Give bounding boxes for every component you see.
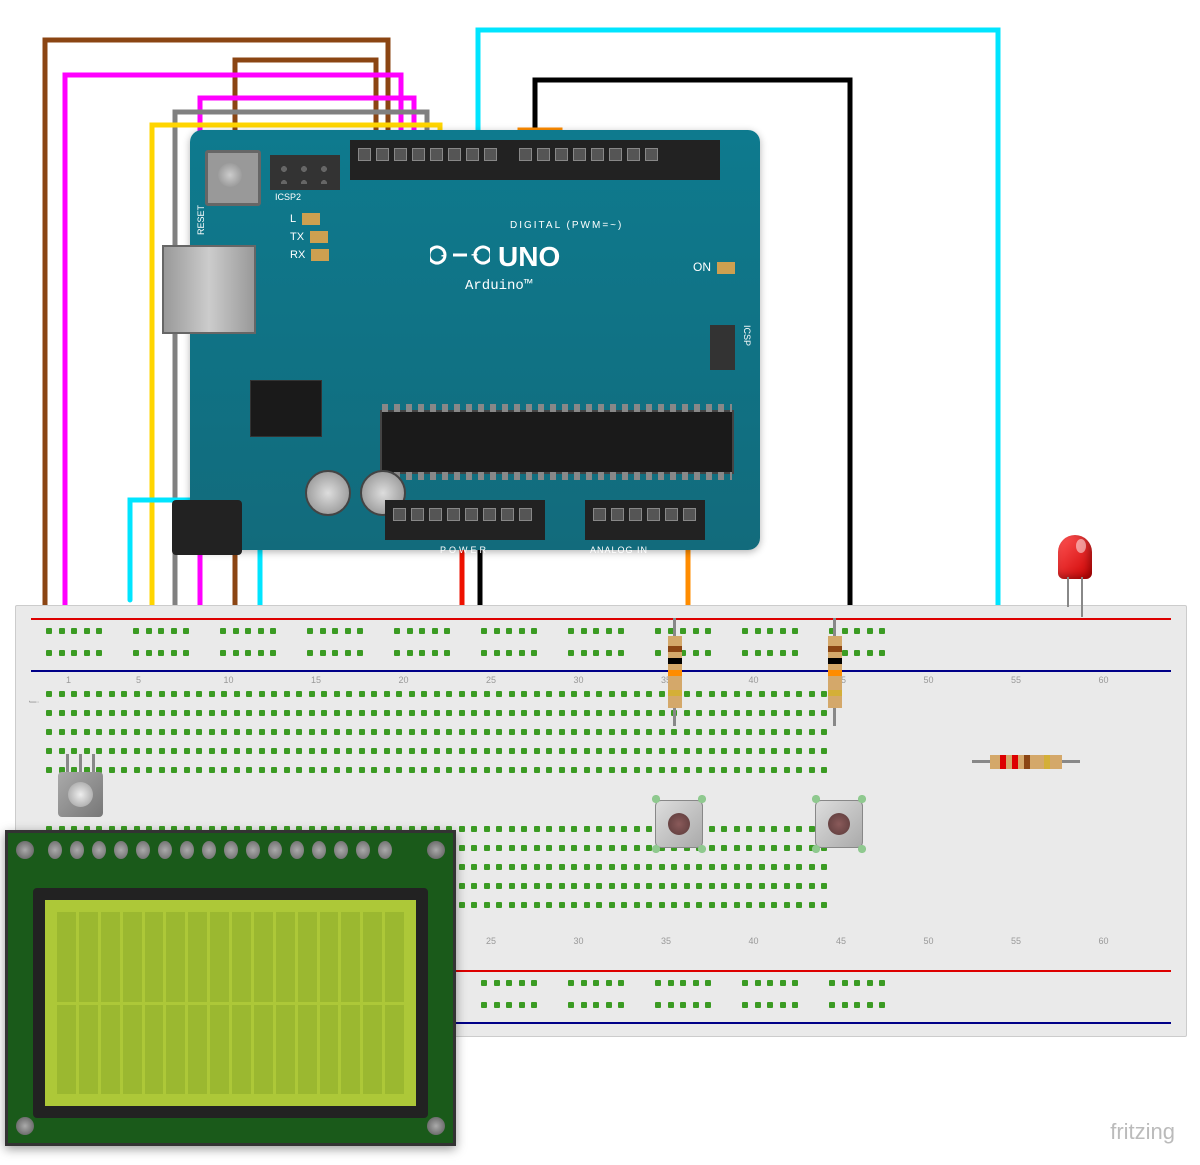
red-led: [1055, 535, 1095, 605]
atmega-chip: [380, 410, 734, 474]
power-pin-header: [385, 500, 545, 540]
icsp2-header: [270, 155, 340, 190]
lcd-16x2: [5, 830, 456, 1146]
icsp2-label: ICSP2: [275, 192, 301, 202]
arduino-logo: -+UNO: [430, 240, 560, 277]
resistor-r3: [990, 755, 1062, 769]
fritzing-watermark: fritzing: [1110, 1119, 1175, 1145]
icsp-header: [710, 325, 735, 370]
voltage-regulator: [250, 380, 322, 437]
lcd-pins: [48, 841, 392, 859]
led-rx-label: RX: [290, 246, 329, 264]
on-led: ON: [693, 260, 735, 274]
pushbutton-2[interactable]: [815, 800, 863, 848]
svg-text:+: +: [471, 248, 478, 262]
analog-pin-header: [585, 500, 705, 540]
digital-pwm-label: DIGITAL (PWM=~): [510, 220, 623, 231]
arduino-sublabel: Arduino™: [465, 278, 532, 294]
row-lbl-j: j: [28, 701, 39, 703]
resistor-r2: [828, 636, 842, 708]
bb-top-rail: [16, 614, 1186, 676]
digital-pin-header: [350, 140, 720, 180]
icsp-label: ICSP: [742, 325, 752, 346]
svg-text:-: -: [441, 248, 445, 262]
pushbutton-1[interactable]: [655, 800, 703, 848]
capacitor-1: [305, 470, 351, 516]
reset-button[interactable]: [205, 150, 261, 206]
led-tx-label: TX: [290, 228, 329, 246]
led-l-label: L: [290, 210, 329, 228]
power-jack: [172, 500, 242, 555]
fritzing-diagram: RESET ICSP2 L TX RX ON DIGITAL (PWM=~) -…: [0, 0, 1200, 1160]
usb-port: [162, 245, 256, 334]
reset-label: RESET: [196, 205, 206, 235]
analog-label: ANALOG IN: [590, 545, 648, 555]
arduino-uno-board: RESET ICSP2 L TX RX ON DIGITAL (PWM=~) -…: [190, 130, 760, 550]
resistor-r1: [668, 636, 682, 708]
status-leds: L TX RX: [290, 210, 329, 264]
potentiometer[interactable]: [58, 772, 103, 817]
power-label: POWER: [440, 545, 489, 555]
